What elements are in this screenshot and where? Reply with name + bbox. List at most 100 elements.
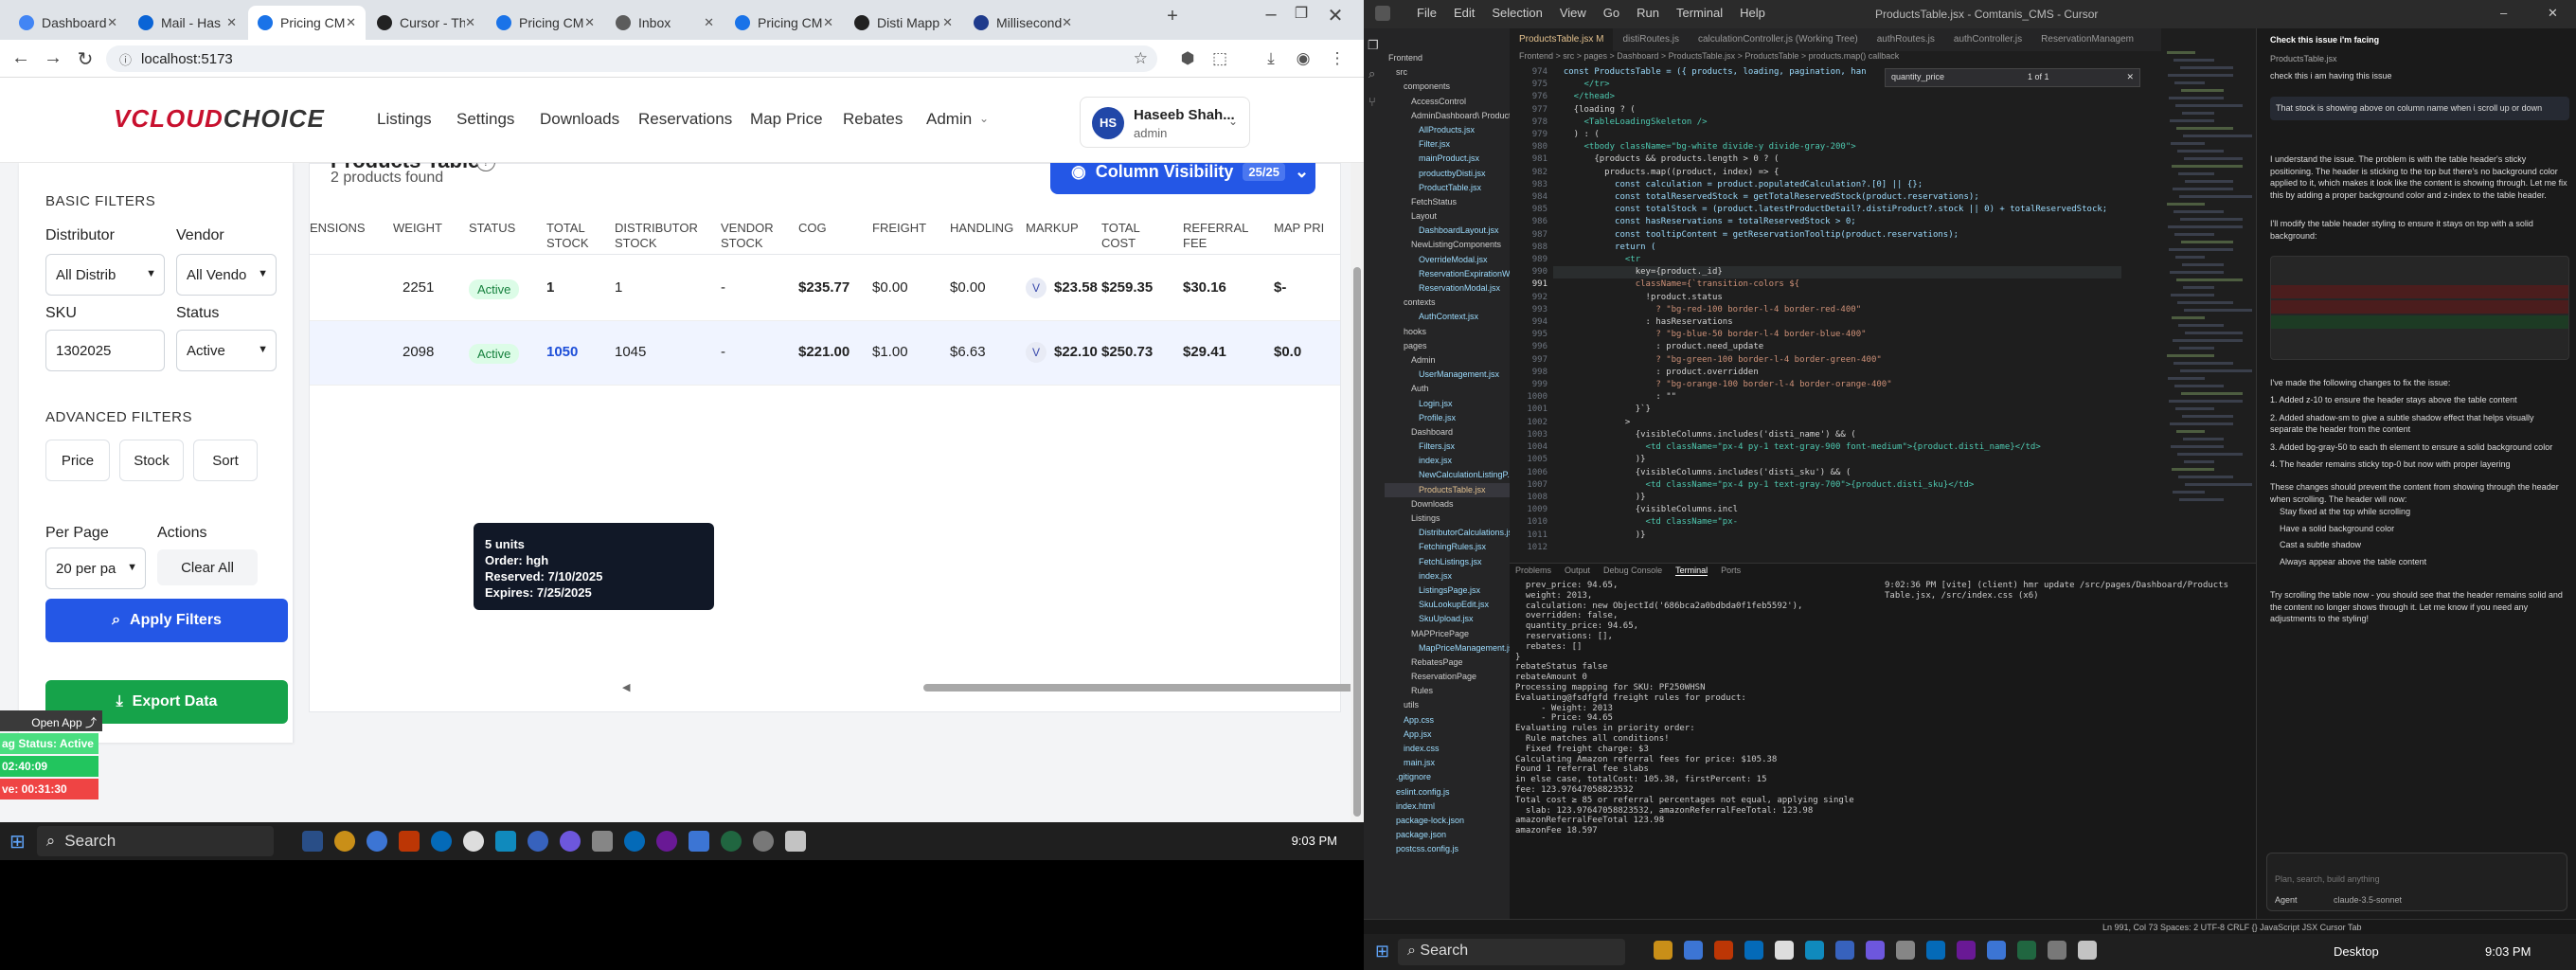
explorer-folder[interactable]: MAPPricePage: [1385, 627, 1510, 641]
new-tab-icon[interactable]: +: [1161, 6, 1184, 27]
explorer-folder[interactable]: Listings: [1385, 512, 1510, 526]
close-tab-icon[interactable]: ✕: [226, 15, 237, 30]
explorer-file[interactable]: eslint.config.js: [1385, 785, 1510, 799]
explorer-file[interactable]: ReservationExpirationWarni...: [1385, 267, 1510, 281]
minimize-icon[interactable]: –: [1260, 4, 1282, 26]
explorer-file[interactable]: OverrideModal.jsx: [1385, 253, 1510, 267]
close-tab-icon[interactable]: ✕: [704, 15, 714, 30]
price-filter-button[interactable]: Price: [45, 440, 110, 481]
explorer-file[interactable]: package.json: [1385, 828, 1510, 842]
browser-tab[interactable]: Pricing CM ✕: [487, 6, 604, 40]
explorer-folder[interactable]: Dashboard: [1385, 425, 1510, 440]
taskbar-app-icon[interactable]: [1654, 941, 1673, 960]
close-icon[interactable]: ✕: [2126, 72, 2134, 82]
taskbar-app-icon[interactable]: [688, 831, 709, 852]
panel-tab-debug-console[interactable]: Debug Console: [1603, 566, 1662, 576]
nav-admin[interactable]: Admin: [926, 110, 972, 129]
column-header[interactable]: HANDLING: [950, 221, 1024, 236]
puzzle-icon[interactable]: ⬚: [1208, 47, 1231, 70]
desktop-label[interactable]: Desktop: [2334, 944, 2379, 959]
explorer-folder[interactable]: contexts: [1385, 296, 1510, 310]
explorer-file[interactable]: ProductsTable.jsx: [1385, 482, 1510, 497]
explorer-file[interactable]: .gitignore: [1385, 770, 1510, 784]
taskbar-app-icon[interactable]: [1926, 941, 1945, 960]
explorer-file[interactable]: ReservationModal.jsx: [1385, 281, 1510, 296]
taskbar-search-box[interactable]: ⌕ Search: [36, 826, 274, 856]
explorer-folder[interactable]: Rules: [1385, 684, 1510, 698]
taskbar-app-icon[interactable]: [527, 831, 548, 852]
menu-terminal[interactable]: Terminal: [1676, 6, 1723, 20]
close-window-icon[interactable]: ✕: [2548, 6, 2558, 21]
explorer-file[interactable]: NewCalculationListingP...: [1385, 468, 1510, 482]
sku-input[interactable]: 1302025: [45, 330, 165, 371]
distributor-select[interactable]: All Distrib ▼: [45, 254, 165, 296]
browser-tab[interactable]: Dashboard ✕: [9, 6, 127, 40]
taskbar-app-icon[interactable]: [333, 831, 355, 852]
column-header[interactable]: MARKUP: [1026, 221, 1100, 236]
column-header[interactable]: WEIGHT: [393, 221, 467, 236]
explorer-file[interactable]: Profile.jsx: [1385, 411, 1510, 425]
explorer-file[interactable]: AuthContext.jsx: [1385, 310, 1510, 324]
explorer-file[interactable]: SkuUpload.jsx: [1385, 612, 1510, 626]
vertical-scroll-thumb[interactable]: [1353, 267, 1361, 817]
code-editor[interactable]: const ProductsTable = ({ products, loadi…: [1553, 66, 2121, 559]
taskbar-app-icon[interactable]: [591, 831, 613, 852]
column-header[interactable]: ENSIONS: [310, 221, 376, 236]
taskbar-app-icon[interactable]: [366, 831, 387, 852]
column-header[interactable]: TOTAL COST: [1101, 221, 1175, 251]
cell-total-stock[interactable]: 1050: [546, 344, 578, 360]
download-icon[interactable]: ⤓: [1260, 47, 1282, 70]
taskbar-app-icon[interactable]: [1896, 941, 1915, 960]
minimize-icon[interactable]: –: [2500, 6, 2507, 20]
close-tab-icon[interactable]: ✕: [823, 15, 833, 30]
per-page-select[interactable]: 20 per pa ▼: [45, 548, 146, 589]
explorer-file[interactable]: Login.jsx: [1385, 397, 1510, 411]
nav-map-price[interactable]: Map Price: [750, 110, 823, 129]
explorer-file[interactable]: FetchingRules.jsx: [1385, 540, 1510, 554]
explorer-folder[interactable]: AccessControl: [1385, 95, 1510, 109]
nav-settings[interactable]: Settings: [456, 110, 514, 129]
url-input[interactable]: ⓘ localhost:5173 ☆: [106, 45, 1157, 72]
explorer-file[interactable]: App.css: [1385, 713, 1510, 728]
explorer-file[interactable]: productbyDisti.jsx: [1385, 167, 1510, 181]
taskbar-app-icon[interactable]: [720, 831, 742, 852]
column-header[interactable]: DISTRIBUTOR STOCK: [615, 221, 698, 251]
taskbar-app-icon[interactable]: [784, 831, 806, 852]
taskbar-app-icon[interactable]: [752, 831, 774, 852]
explorer-file[interactable]: index.jsx: [1385, 454, 1510, 468]
browser-tab[interactable]: Pricing CM ✕: [248, 6, 366, 40]
explorer-file[interactable]: SkuLookupEdit.jsx: [1385, 598, 1510, 612]
explorer-folder[interactable]: Admin: [1385, 353, 1510, 368]
column-header[interactable]: TOTAL STOCK: [546, 221, 620, 251]
explorer-folder[interactable]: ReservationPage: [1385, 670, 1510, 684]
explorer-file[interactable]: MapPriceManagement.jsx: [1385, 641, 1510, 656]
menu-go[interactable]: Go: [1603, 6, 1619, 20]
menu-selection[interactable]: Selection: [1492, 6, 1542, 20]
menu-run[interactable]: Run: [1637, 6, 1659, 20]
explorer-folder[interactable]: components: [1385, 80, 1510, 94]
column-header[interactable]: REFERRAL FEE: [1183, 221, 1257, 251]
column-header[interactable]: VENDOR STOCK: [721, 221, 795, 251]
panel-tab-terminal[interactable]: Terminal: [1675, 566, 1708, 576]
minimap[interactable]: [2161, 51, 2256, 563]
terminal-output-vite[interactable]: 9:02:36 PM [vite] (client) hmr update /s…: [1885, 581, 2228, 619]
panel-tab-problems[interactable]: Problems: [1515, 566, 1551, 576]
vertical-scrollbar[interactable]: [1351, 163, 1364, 822]
taskbar-app-icon[interactable]: [1835, 941, 1854, 960]
explorer-folder[interactable]: RebatesPage: [1385, 656, 1510, 670]
explorer-file[interactable]: AllProducts.jsx: [1385, 123, 1510, 137]
clear-all-button[interactable]: Clear All: [157, 549, 258, 585]
taskbar-app-icon[interactable]: [301, 831, 323, 852]
taskbar-app-icon[interactable]: [1805, 941, 1824, 960]
files-icon[interactable]: ❐: [1368, 38, 1379, 53]
editor-tab[interactable]: authRoutes.js: [1868, 28, 1944, 51]
explorer-file[interactable]: package-lock.json: [1385, 814, 1510, 828]
back-icon[interactable]: ←: [9, 47, 32, 69]
browser-tab[interactable]: Mail - Has ✕: [129, 6, 246, 40]
menu-help[interactable]: Help: [1740, 6, 1765, 20]
maximize-icon[interactable]: ❐: [1290, 4, 1313, 23]
taskbar-app-icon[interactable]: [1957, 941, 1976, 960]
extension-icon[interactable]: ⬢: [1176, 47, 1199, 70]
explorer-folder[interactable]: FetchStatus: [1385, 195, 1510, 209]
menu-dots-icon[interactable]: ⋮: [1326, 47, 1349, 70]
